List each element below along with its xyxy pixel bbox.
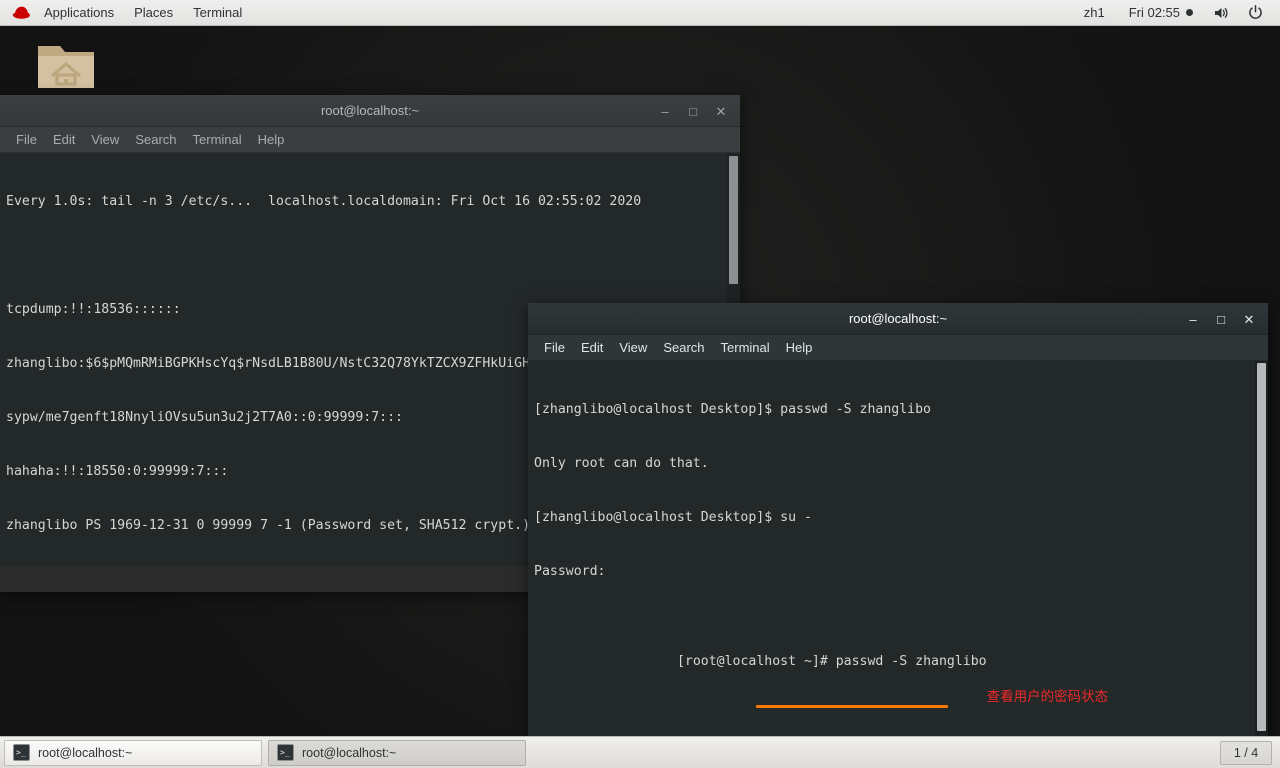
taskbar-item-terminal-1[interactable]: >_ root@localhost:~ [4,739,262,766]
panel-menu-terminal[interactable]: Terminal [183,0,252,26]
annotation-underline [755,705,948,708]
home-folder-icon [38,46,94,88]
menu-view[interactable]: View [83,127,127,153]
window-controls: – □ ✕ [1180,303,1262,335]
window-controls: – □ ✕ [652,95,734,127]
window-title: root@localhost:~ [848,311,948,326]
scrollbar[interactable] [1255,361,1268,740]
menu-terminal[interactable]: Terminal [185,127,250,153]
menu-file[interactable]: File [536,335,573,361]
maximize-button[interactable]: □ [1208,306,1234,332]
desktop-icon-home[interactable] [30,38,102,101]
close-button[interactable]: ✕ [1236,306,1262,332]
annotation-note: 查看用户的密码状态 [986,689,1109,705]
titlebar[interactable]: root@localhost:~ – □ ✕ [0,95,740,127]
menu-terminal[interactable]: Terminal [713,335,778,361]
terminal-icon: >_ [277,744,294,761]
panel-menu-places[interactable]: Places [124,0,183,26]
clock-text: Fri 02:55 [1128,4,1180,20]
menubar: File Edit View Search Terminal Help [0,127,740,153]
scrollbar-thumb[interactable] [1257,363,1266,731]
terminal-line: Every 1.0s: tail -n 3 /etc/s... localhos… [6,194,642,209]
window-title: root@localhost:~ [320,103,420,118]
desktop: Applications Places Terminal zh1 Fri 02:… [0,0,1280,768]
taskbar-item-label: root@localhost:~ [38,745,133,760]
close-button[interactable]: ✕ [708,98,734,124]
terminal-line-annotated: [root@localhost ~]# passwd -S zhanglibo … [534,617,1262,725]
top-panel: Applications Places Terminal zh1 Fri 02:… [0,0,1280,26]
taskbar-item-terminal-2[interactable]: >_ root@localhost:~ [268,739,526,766]
menubar: File Edit View Search Terminal Help [528,335,1268,361]
terminal-window-focused[interactable]: root@localhost:~ – □ ✕ File Edit View Se… [528,303,1268,740]
menu-edit[interactable]: Edit [573,335,611,361]
terminal-line: Only root can do that. [534,456,709,471]
menu-help[interactable]: Help [778,335,821,361]
recording-dot-icon [1186,9,1193,16]
redhat-logo-icon[interactable] [0,0,34,26]
panel-menu-applications[interactable]: Applications [34,0,124,26]
input-method-indicator[interactable]: zh1 [1074,0,1115,26]
command-text: [root@localhost ~]# passwd -S zhanglibo [676,654,987,669]
menu-file[interactable]: File [8,127,45,153]
menu-view[interactable]: View [611,335,655,361]
power-icon[interactable] [1241,5,1270,20]
minimize-button[interactable]: – [652,98,678,124]
annotated-command: [root@localhost ~]# passwd -S zhanglibo [598,635,987,708]
terminal-output[interactable]: [zhanglibo@localhost Desktop]$ passwd -S… [528,361,1268,740]
panel-status-area: zh1 Fri 02:55 [1074,0,1280,26]
terminal-icon: >_ [13,744,30,761]
taskbar: >_ root@localhost:~ >_ root@localhost:~ … [0,736,1280,768]
menu-search[interactable]: Search [127,127,184,153]
terminal-line: [zhanglibo@localhost Desktop]$ su - [534,510,812,525]
maximize-button[interactable]: □ [680,98,706,124]
menu-search[interactable]: Search [655,335,712,361]
scrollbar-thumb[interactable] [729,156,738,284]
terminal-line: [zhanglibo@localhost Desktop]$ passwd -S… [534,402,931,417]
menu-edit[interactable]: Edit [45,127,83,153]
clock[interactable]: Fri 02:55 [1119,0,1203,26]
titlebar[interactable]: root@localhost:~ – □ ✕ [528,303,1268,335]
volume-icon[interactable] [1207,6,1237,20]
taskbar-item-label: root@localhost:~ [302,745,397,760]
terminal-line: Password: [534,564,606,579]
minimize-button[interactable]: – [1180,306,1206,332]
workspace-switcher[interactable]: 1 / 4 [1220,740,1272,765]
menu-help[interactable]: Help [250,127,293,153]
